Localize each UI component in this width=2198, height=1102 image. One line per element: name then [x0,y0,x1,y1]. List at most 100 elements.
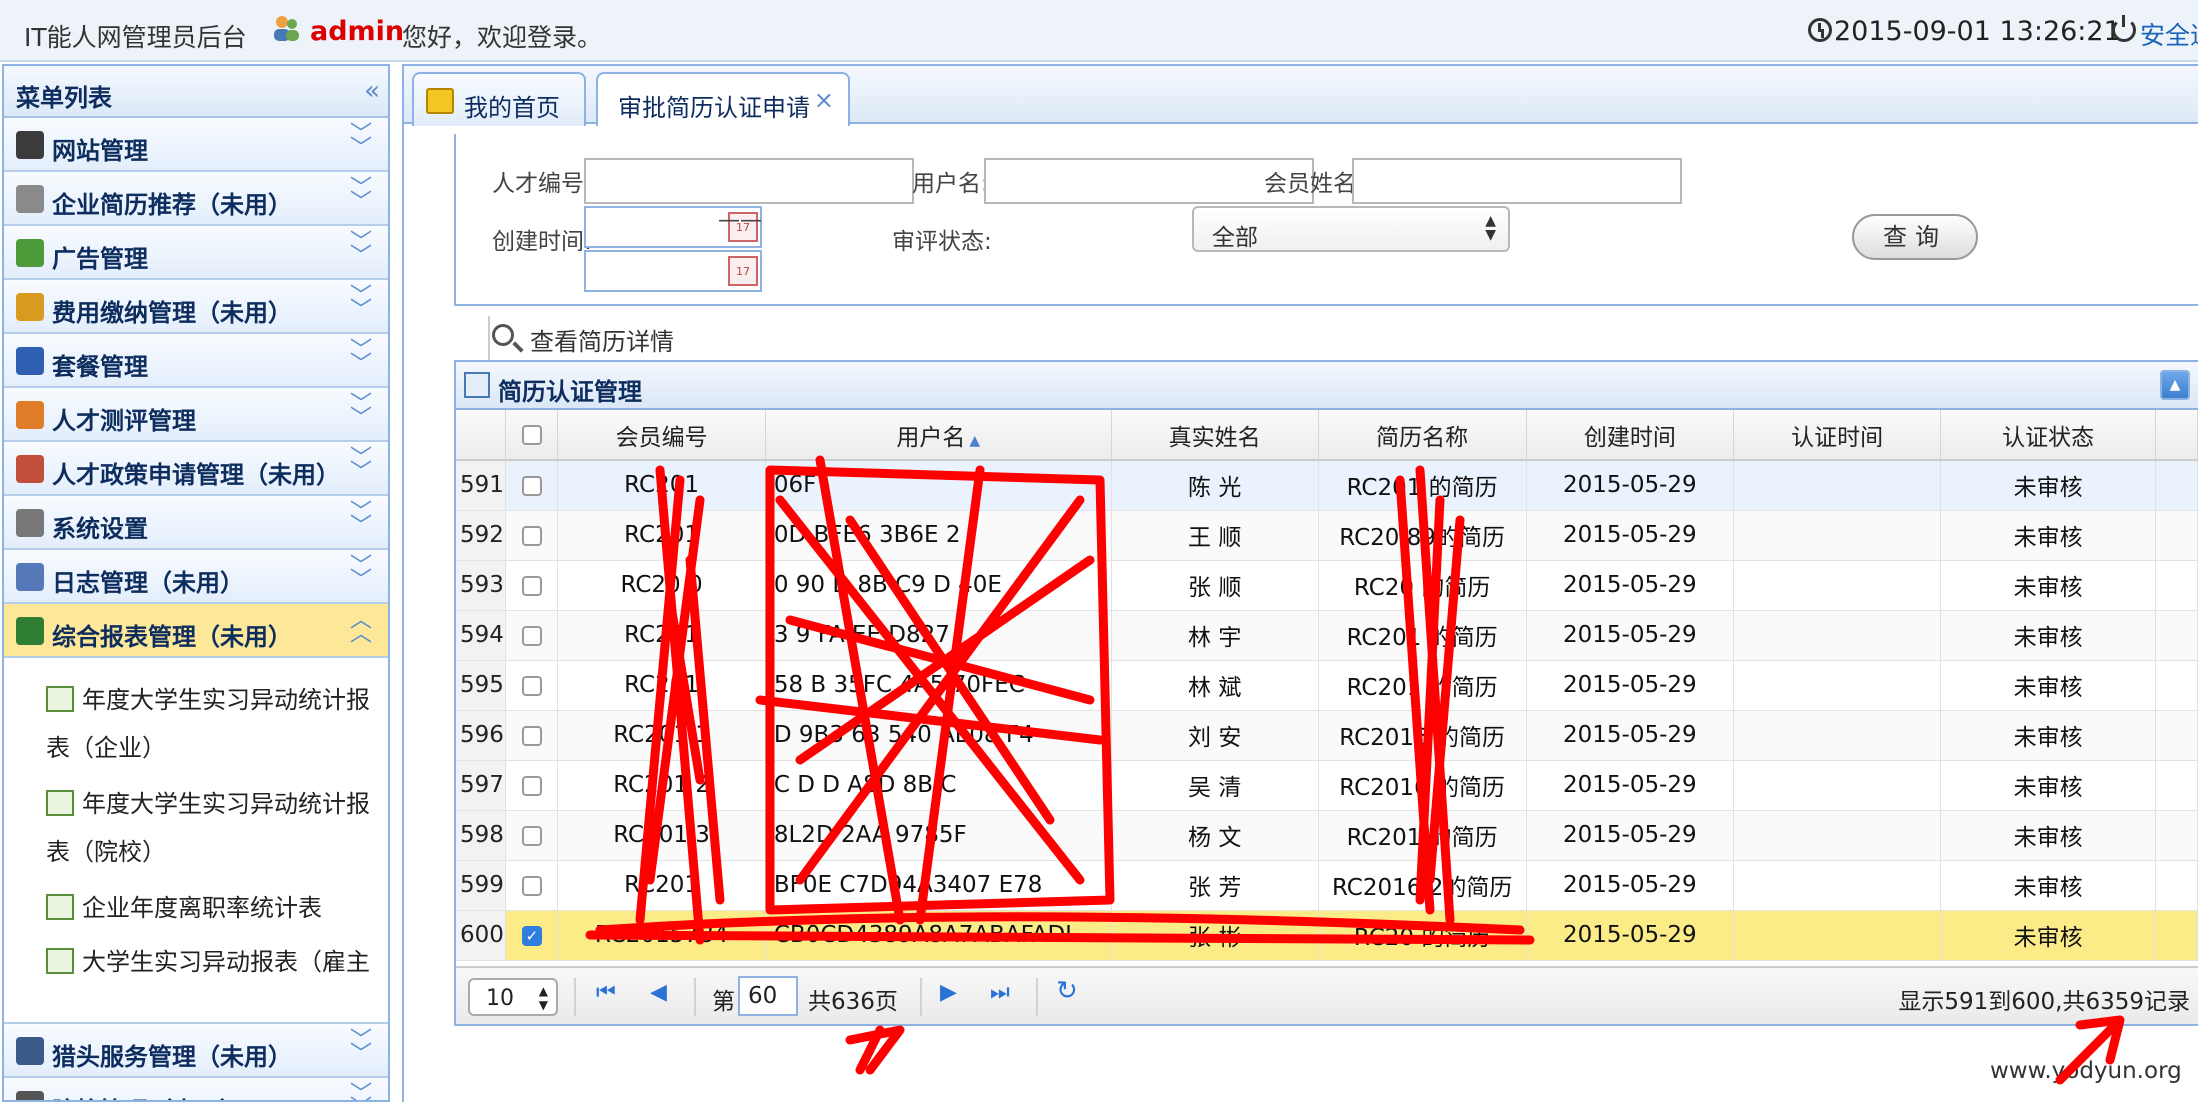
logout-link[interactable]: 安全退 [2140,16,2198,52]
table-row[interactable]: 599 RC201 BF0E C7D94A3407 E78 张 芳 RC2016 2的简… [456,860,2198,911]
close-tab-icon[interactable]: × [814,86,834,114]
row-checkbox[interactable] [521,575,542,596]
prev-page-icon[interactable]: ◀ [650,980,667,1005]
chevron-down-icon[interactable]: ﹀﹀ [350,178,372,214]
status-select[interactable]: 全部 ▲ ▼ [1192,206,1510,252]
sidebar-item[interactable]: 猎头服务管理（未用） ﹀ ﹀ [4,1024,388,1078]
submenu-item[interactable]: 企业年度离职率统计表 [46,884,322,932]
talent-no-input[interactable] [584,158,914,204]
sidebar-item[interactable]: 人才测评管理 ﹀ ﹀ [4,388,388,442]
chevron-down-icon[interactable]: ﹀﹀ [350,448,372,484]
page-size-select[interactable]: 10 ▲ ▼ [468,978,558,1016]
cell-real-name: 王 顺 [1111,510,1319,561]
select-all-checkbox[interactable] [521,425,542,445]
table-row[interactable]: 593 RC20 00 90 D 8B C9 D 40E 张 顺 RC20 的简历 20… [456,560,2198,611]
cell-username: 0 90 D 8B C9 D 40E [765,560,1112,611]
chevron-down-icon[interactable]: ﹀﹀ [350,556,372,592]
cell-cert-time [1733,760,1942,811]
sidebar-item[interactable]: 人才政策申请管理（未用） ﹀ ﹀ [4,442,388,496]
power-icon[interactable] [2112,15,2136,42]
chevron-down-icon[interactable]: ﹀﹀ [350,232,372,268]
chevron-down-icon[interactable]: ﹀﹀ [350,340,372,376]
sidebar-item[interactable]: 日志管理（未用） ﹀ ﹀ [4,550,388,604]
column-header-label: 用户名 [896,424,966,451]
cell-member-no: RC201 [557,660,766,711]
sidebar-item-label: 企业简历推荐（未用） [52,191,292,219]
cell-resume-name: RC20 的简历 [1318,560,1527,611]
sidebar-item[interactable]: 院校管理（未用） ﹀﹀ [4,1078,388,1101]
table-row[interactable]: 598 RC201 3 8L2D 2AA 9785F 杨 文 RC201 的简历 2015… [456,810,2198,861]
column-header[interactable]: 会员编号 [557,410,766,461]
tab-approve-resume[interactable]: 审批简历认证申请 × [596,72,850,126]
cell-real-name: 刘 安 [1111,710,1319,761]
log-document-icon [16,563,44,591]
cell-username: BF0E C7D94A3407 E78 [765,860,1112,911]
row-checkbox[interactable] [521,625,542,646]
submenu-item-label-cont[interactable]: 表（企业） [46,724,166,772]
cell-cert-status: 未审核 [1940,760,2157,811]
sidebar-item[interactable]: 系统设置 ﹀ ﹀ [4,496,388,550]
table-row[interactable]: 600 ✓ RC2015784 CB0CD4389A8A7ABAFADI 张 彬 RC20… [456,910,2198,961]
column-header[interactable]: 创建时间 [1526,410,1735,461]
table-row[interactable]: 597 RC201 2C D D A8D 8B C吴 清 RC2016 的简历 201… [456,760,2198,811]
page-number-input[interactable]: 60 [738,976,798,1016]
column-header-username[interactable]: 用户名 ▲ [765,410,1112,461]
sidebar-item[interactable]: 网站管理 ﹀ ﹀ [4,118,388,172]
collapse-sidebar-icon[interactable]: « [364,76,380,106]
row-checkbox[interactable] [521,725,542,746]
row-checkbox[interactable] [521,775,542,796]
submenu-item[interactable]: 大学生实习异动报表（雇主 [46,938,370,986]
table-row[interactable]: 592 RC201 0D BFE6 3B6E 2王 顺 RC20 89的简历 2015-… [456,510,2198,561]
created-end-date-input[interactable]: 17 [584,250,762,292]
status-select-value: 全部 [1212,225,1258,251]
column-header[interactable]: 真实姓名 [1111,410,1319,461]
sidebar-item[interactable]: 企业简历推荐（未用） ﹀ ﹀ [4,172,388,226]
tab-home[interactable]: 我的首页 [412,72,586,126]
sidebar-item[interactable]: 综合报表管理（未用） ︿ ︿ [4,604,388,658]
last-page-icon[interactable]: ⏭ [990,980,1010,1005]
column-header[interactable]: 认证状态 [1940,410,2157,461]
row-checkbox[interactable] [521,525,542,546]
table-row[interactable]: 596 RC201 1D 9B3 63 540 AE08 F4 刘 安 RC2016 … [456,710,2198,761]
column-header[interactable]: 认证时间 [1733,410,1942,461]
table-row[interactable]: 591 RC201 06F 陈 光 RC201 的简历 2015-05-29 未审核 [456,460,2198,511]
chevron-down-icon[interactable]: ﹀﹀ [350,502,372,538]
submenu-item-label-cont[interactable]: 表（院校） [46,828,166,876]
chevron-down-icon[interactable]: ﹀﹀ [350,394,372,430]
row-checkbox[interactable] [521,675,542,696]
first-page-icon[interactable]: ⏮ [596,980,616,1005]
select-all-header[interactable] [505,410,559,461]
cell-cert-time [1733,910,1942,961]
row-checkbox[interactable] [521,475,542,496]
chevron-up-icon[interactable]: ︿ ︿ [350,610,372,646]
sort-ascending-icon: ▲ [969,432,981,449]
submenu-item[interactable]: 年度大学生实习异动统计报 [46,780,370,828]
tab-strip: 我的首页 审批简历认证申请 × [404,66,2198,126]
column-header[interactable]: 简历名称 [1318,410,1527,461]
cell-cert-time [1733,860,1942,911]
chevron-down-icon[interactable]: ﹀﹀ [350,286,372,322]
row-checkbox[interactable]: ✓ [521,925,542,946]
sidebar-item[interactable]: 套餐管理 ﹀ ﹀ [4,334,388,388]
submenu-item[interactable]: 年度大学生实习异动统计报 [46,676,370,724]
cell-resume-name: RC20 89的简历 [1318,510,1527,561]
view-resume-detail-button[interactable]: 查看简历详情 [472,316,674,362]
table-row[interactable]: 594 RC201 3 9 FA EE D827 林 宇 RC201 的简历 2015-0… [456,610,2198,661]
pagination-bar: 10 ▲ ▼ ⏮ ◀ 第 60 共636页 ▶ ⏭ ↻ 显示591到600,共63… [456,966,2198,1024]
member-name-label: 会员姓名: [1264,171,1364,197]
table-row[interactable]: 595 RC201 58 B 35FC 4A5 70FEC 林 斌 RC201 的简历 2… [456,660,2198,711]
chevron-down-icon[interactable]: ﹀﹀ [350,1084,372,1101]
admin-name[interactable]: admin [310,16,404,47]
next-page-icon[interactable]: ▶ [940,980,957,1005]
chevron-down-icon[interactable]: ﹀﹀ [350,1030,372,1066]
query-button[interactable]: 查询 [1852,214,1978,260]
collapse-panel-icon[interactable]: ▲ [2160,370,2190,400]
row-checkbox[interactable] [521,825,542,846]
chevron-down-icon[interactable]: ﹀﹀ [350,124,372,160]
member-name-input[interactable] [1352,158,1682,204]
sidebar-item[interactable]: 费用缴纳管理（未用） ﹀ ﹀ [4,280,388,334]
sidebar-item[interactable]: 广告管理 ﹀ ﹀ [4,226,388,280]
calendar-icon[interactable]: 17 [728,256,758,286]
refresh-icon[interactable]: ↻ [1056,976,1078,1006]
row-checkbox[interactable] [521,875,542,896]
